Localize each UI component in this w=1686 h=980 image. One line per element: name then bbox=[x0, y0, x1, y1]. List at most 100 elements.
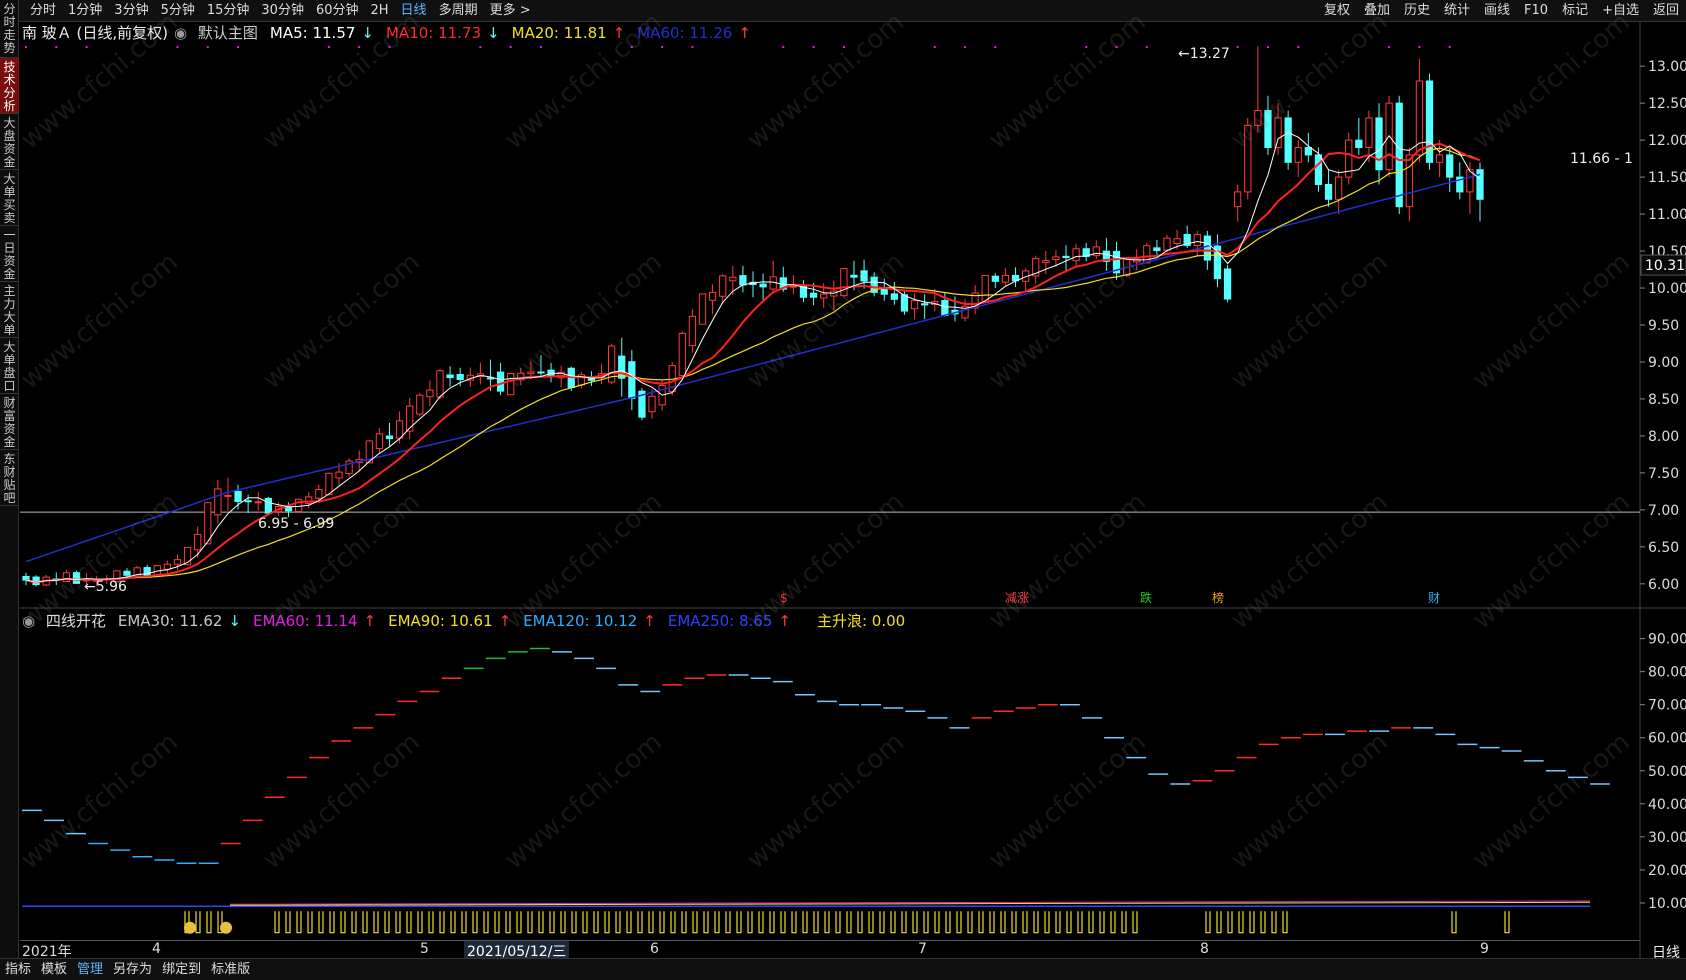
price-tick-label: 11.00 bbox=[1648, 207, 1686, 223]
sub-tick-label: 60.00 bbox=[1648, 731, 1686, 747]
candle-body bbox=[284, 506, 293, 512]
x-label-jun: 6 bbox=[650, 941, 659, 957]
x-label-jul: 7 bbox=[918, 941, 927, 957]
signal-dot bbox=[964, 46, 967, 48]
signal-dot bbox=[691, 46, 694, 48]
watermark-text: www.cfchi.com bbox=[741, 727, 910, 875]
wave-pulse bbox=[670, 911, 676, 934]
sub-tick-label: 80.00 bbox=[1648, 665, 1686, 681]
watermark-text: www.cfchi.com bbox=[741, 487, 910, 635]
wave-pulse bbox=[1271, 911, 1277, 934]
wave-pulse bbox=[626, 911, 632, 934]
candle-body bbox=[708, 291, 717, 301]
candle-body bbox=[1314, 154, 1323, 185]
sub-tick-label: 30.00 bbox=[1648, 830, 1686, 846]
x-label-apr: 4 bbox=[152, 941, 161, 957]
watermark-text: www.cfchi.com bbox=[15, 487, 184, 635]
indicator-button[interactable]: 指标 bbox=[0, 959, 36, 980]
wave-pulse bbox=[1227, 911, 1233, 934]
standard-edition-button[interactable]: 标准版 bbox=[206, 959, 255, 980]
wave-pulse bbox=[1282, 911, 1288, 934]
candle-body bbox=[1355, 139, 1363, 149]
price-tick-label: 6.00 bbox=[1648, 577, 1679, 593]
watermark-text: www.cfchi.com bbox=[983, 487, 1152, 635]
wave-pulses bbox=[184, 911, 1510, 934]
wave-pulse bbox=[802, 911, 808, 934]
price-tick-label: 9.50 bbox=[1648, 318, 1679, 334]
candle-body bbox=[809, 292, 818, 298]
candle-body bbox=[890, 293, 898, 300]
signal-dot bbox=[1236, 46, 1239, 48]
event-marker: 跌 bbox=[1140, 590, 1152, 605]
wave-pulse bbox=[1238, 911, 1244, 934]
candle-body bbox=[173, 559, 182, 565]
candle-body bbox=[991, 275, 999, 282]
candle-body bbox=[395, 420, 404, 439]
candle-body bbox=[426, 389, 434, 398]
candle-body bbox=[1415, 80, 1424, 156]
candle-body bbox=[719, 275, 727, 297]
watermark-text: www.cfchi.com bbox=[15, 7, 184, 155]
watermark-text: www.cfchi.com bbox=[1467, 7, 1636, 155]
save-as-button[interactable]: 另存为 bbox=[108, 959, 157, 980]
wave-pulse bbox=[868, 911, 874, 934]
signal-dot bbox=[782, 46, 785, 48]
watermark-text: www.cfchi.com bbox=[499, 247, 668, 395]
watermark-text: www.cfchi.com bbox=[499, 727, 668, 875]
wave-pulse bbox=[934, 911, 940, 934]
candle-body bbox=[587, 378, 596, 381]
candle-body bbox=[1335, 176, 1343, 200]
wave-pulse bbox=[989, 911, 995, 934]
kline-chart[interactable]: 13.0012.5012.0011.5011.0010.5010.009.509… bbox=[0, 0, 1686, 980]
candle-body bbox=[759, 283, 767, 288]
wave-pulse bbox=[725, 911, 731, 934]
manage-button[interactable]: 管理 bbox=[72, 959, 108, 980]
x-axis bbox=[20, 940, 1640, 958]
sub-tick-label: 40.00 bbox=[1648, 797, 1686, 813]
wave-pulse bbox=[571, 911, 577, 934]
wave-pulse bbox=[879, 911, 885, 934]
wave-pulse bbox=[195, 911, 201, 934]
price-tick-label: 12.00 bbox=[1648, 133, 1686, 149]
candle-body bbox=[628, 361, 636, 399]
sub-tick-label: 50.00 bbox=[1648, 764, 1686, 780]
wave-pulse bbox=[978, 911, 984, 934]
price-tick-label: 11.50 bbox=[1648, 170, 1686, 186]
candle-body bbox=[678, 332, 686, 377]
wave-pulse bbox=[912, 911, 918, 934]
price-tick-label: 13.00 bbox=[1648, 59, 1686, 75]
wave-pulse bbox=[791, 911, 797, 934]
wave-pulse bbox=[1260, 911, 1266, 934]
candle-body bbox=[1405, 154, 1413, 208]
watermark-text: www.cfchi.com bbox=[1225, 727, 1394, 875]
candle-body bbox=[1143, 245, 1151, 264]
x-label-sep: 9 bbox=[1480, 941, 1489, 957]
wave-pulse bbox=[824, 911, 830, 934]
candle-body bbox=[254, 501, 262, 504]
candle-body bbox=[244, 500, 252, 503]
x-label-may: 5 bbox=[420, 941, 429, 957]
wave-pulse bbox=[417, 911, 423, 934]
wave-pulse bbox=[472, 911, 478, 934]
wave-pulse bbox=[1504, 911, 1510, 934]
wave-pulse bbox=[1066, 911, 1072, 934]
signal-dot bbox=[206, 46, 209, 48]
watermark-text: www.cfchi.com bbox=[741, 7, 910, 155]
signal-dot bbox=[509, 46, 512, 48]
candle-body bbox=[224, 494, 232, 497]
watermark-text: www.cfchi.com bbox=[1225, 487, 1394, 635]
candle-body bbox=[1324, 184, 1333, 200]
candle-body bbox=[910, 300, 919, 310]
template-button[interactable]: 模板 bbox=[36, 959, 72, 980]
bind-to-button[interactable]: 绑定到 bbox=[157, 959, 206, 980]
coin-icon bbox=[220, 921, 232, 934]
wave-pulse bbox=[1110, 911, 1116, 934]
signal-dot bbox=[539, 46, 542, 48]
wave-pulse bbox=[296, 911, 302, 934]
candle-body bbox=[1072, 248, 1080, 262]
signal-dot bbox=[1418, 46, 1421, 48]
candle-body bbox=[446, 374, 454, 379]
candle-body bbox=[729, 276, 737, 282]
signal-dot bbox=[994, 46, 997, 48]
signal-dot bbox=[327, 46, 330, 48]
